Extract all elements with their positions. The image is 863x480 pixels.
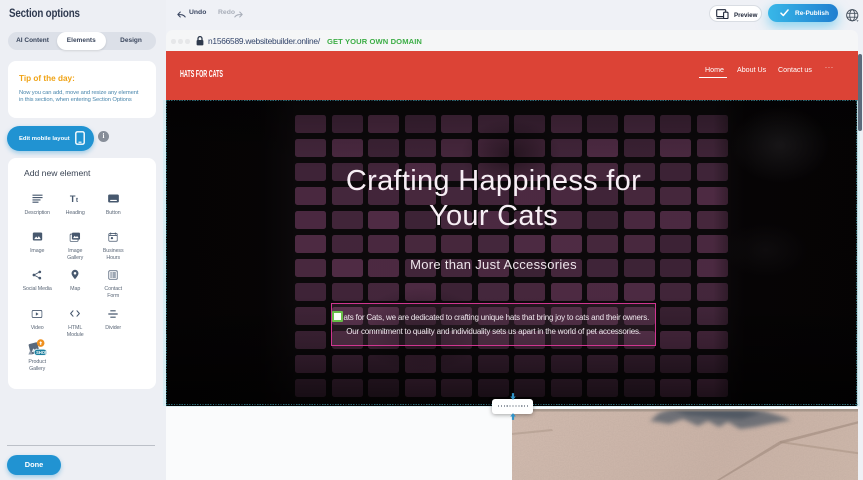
svg-text:SHOP: SHOP [36, 349, 47, 354]
svg-text:T: T [69, 194, 75, 203]
svg-text:t: t [76, 197, 79, 203]
